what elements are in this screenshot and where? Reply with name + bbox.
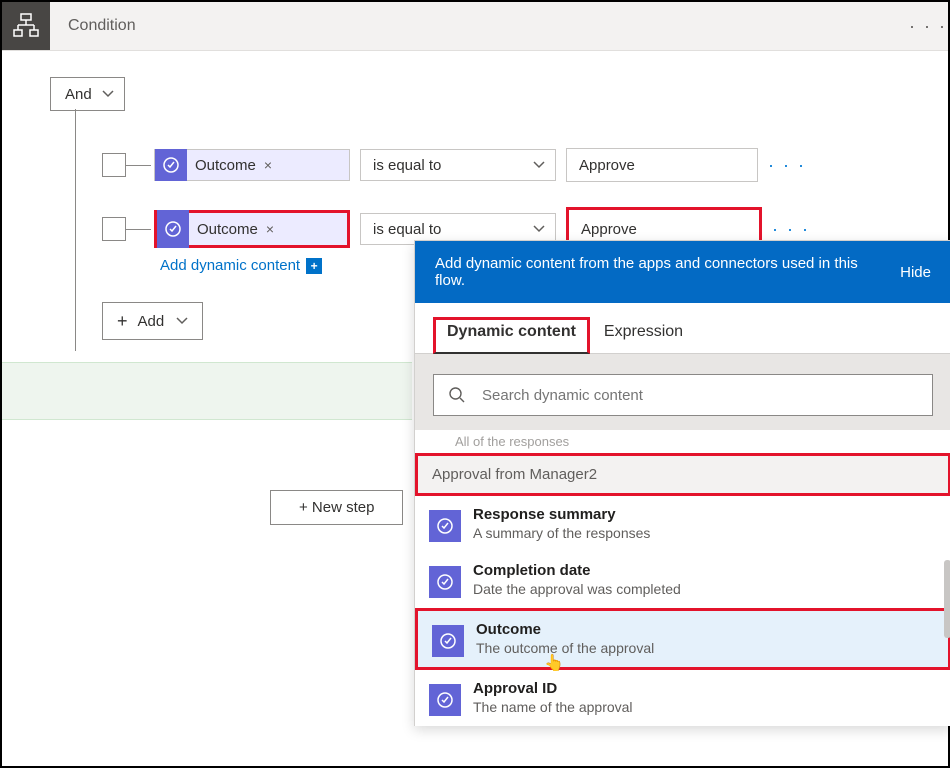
condition-icon [2,2,50,50]
row-checkbox[interactable] [102,217,126,241]
dc-item-approval-id[interactable]: Approval ID The name of the approval [415,670,950,726]
value-text: Approve [581,221,637,238]
dc-item-completion-date[interactable]: Completion date Date the approval was co… [415,552,950,608]
approval-icon [429,566,461,598]
approval-icon [429,510,461,542]
token-remove-icon[interactable]: × [264,157,272,173]
approval-icon [157,210,189,248]
dc-item-desc: The outcome of the approval [476,640,654,656]
chevron-down-icon [533,225,545,233]
if-yes-strip [2,362,412,420]
dc-section-header-label: Approval from Manager2 [432,466,597,483]
token-label: Outcome [197,221,258,238]
dynamic-content-popup: Add dynamic content from the apps and co… [414,240,950,726]
tab-expression-label: Expression [604,323,683,340]
new-step-label: + New step [299,499,374,516]
condition-card-header: Condition · · · [2,2,948,51]
new-step-button[interactable]: + New step [270,490,403,525]
dc-tabs: Dynamic content Expression [415,303,950,354]
dc-search-input[interactable] [480,386,918,405]
group-operator-select[interactable]: And [50,77,125,111]
scrollbar-thumb[interactable] [944,560,950,638]
row-more-button[interactable]: · · · [768,155,806,176]
approval-icon [429,684,461,716]
token-label: Outcome [195,157,256,174]
chevron-down-icon [533,161,545,169]
dc-banner: Add dynamic content from the apps and co… [415,241,950,303]
condition-title: Condition [50,17,908,35]
dc-item-response-summary[interactable]: Response summary A summary of the respon… [415,496,950,552]
dc-search-box[interactable] [433,374,933,416]
add-dynamic-label: Add dynamic content [160,257,300,274]
dc-item-title: Response summary [473,506,650,523]
card-more-button[interactable]: · · · [908,16,948,37]
row-checkbox[interactable] [102,153,126,177]
value-text: Approve [579,157,635,174]
dc-truncated-item: All of the responses [415,430,950,453]
dc-item-title: Outcome [476,621,654,638]
operand-token[interactable]: Outcome × [154,210,350,248]
add-condition-button[interactable]: + Add [102,302,203,340]
dc-item-title: Approval ID [473,680,633,697]
dc-list: All of the responses Approval from Manag… [415,430,950,726]
dc-item-desc: Date the approval was completed [473,581,681,597]
tab-dynamic-content[interactable]: Dynamic content [433,317,590,354]
dc-item-desc: The name of the approval [473,699,633,715]
chevron-down-icon [102,90,114,98]
row-more-button[interactable]: · · · [772,219,810,240]
tab-expression[interactable]: Expression [590,317,697,353]
plus-icon: + [306,258,322,274]
condition-row-1: Outcome × is equal to Approve · · · [102,147,948,183]
value-input[interactable]: Approve [566,148,758,182]
dc-item-outcome[interactable]: Outcome The outcome of the approval 👆 [415,608,950,670]
plus-icon: + [117,311,128,332]
add-label: Add [138,313,165,330]
operand-token[interactable]: Outcome × [154,149,350,181]
dc-hide-button[interactable]: Hide [900,264,931,281]
tab-dynamic-label: Dynamic content [447,323,576,340]
group-operator-label: And [65,86,92,103]
dc-banner-text: Add dynamic content from the apps and co… [435,255,880,289]
dc-filter-area [415,354,950,430]
dc-section-header: Approval from Manager2 [415,453,950,496]
token-remove-icon[interactable]: × [266,221,274,237]
dc-item-title: Completion date [473,562,681,579]
approval-icon [155,149,187,181]
operator-select[interactable]: is equal to [360,149,556,181]
approval-icon [432,625,464,657]
dc-item-desc: A summary of the responses [473,525,650,541]
operator-label: is equal to [373,157,441,174]
search-icon [448,386,466,404]
operator-label: is equal to [373,221,441,238]
chevron-down-icon [176,317,188,325]
